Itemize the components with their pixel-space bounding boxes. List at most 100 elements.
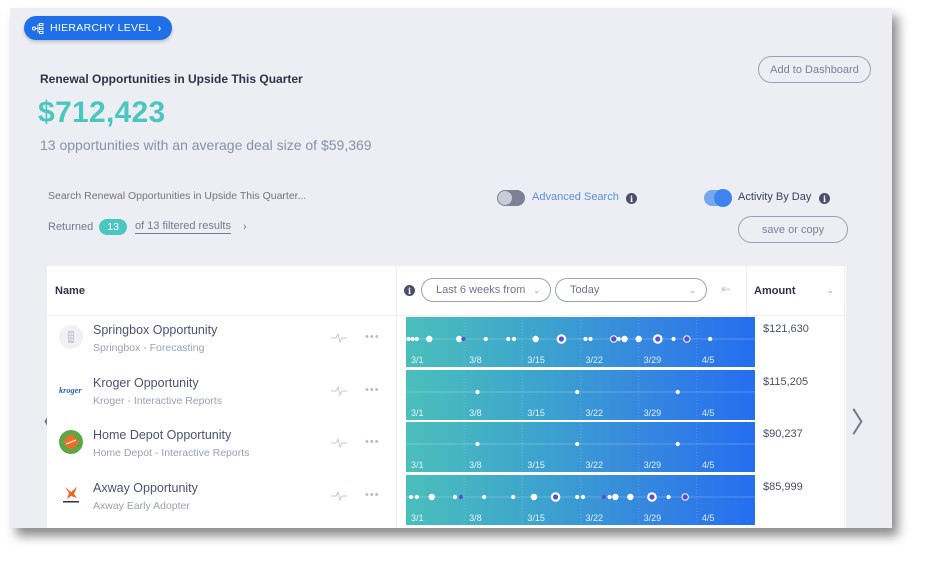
filtered-results-link[interactable]: of 13 filtered results — [134, 220, 231, 234]
more-options-icon[interactable]: ••• — [365, 331, 380, 343]
activity-dot — [408, 494, 414, 499]
activity-dot — [511, 494, 516, 499]
week-tick-label: 3/1 — [411, 460, 424, 470]
advanced-search-toggle[interactable] — [497, 190, 525, 206]
search-input[interactable] — [48, 190, 348, 202]
week-tick-label: 3/1 — [411, 513, 424, 523]
activity-dot — [708, 336, 713, 342]
opportunity-account: Springbox - Forecasting — [93, 342, 205, 354]
week-tick-label: 3/29 — [644, 513, 662, 523]
activity-dot — [671, 336, 676, 342]
activity-dot — [482, 494, 487, 499]
anchor-date-value: Today — [570, 284, 600, 296]
activity-pulse-icon[interactable] — [331, 331, 347, 349]
activity-dot — [575, 441, 580, 447]
activity-dot — [414, 494, 419, 499]
activity-dot — [580, 494, 586, 499]
activity-dot — [410, 336, 415, 342]
returned-label: Returned — [48, 221, 94, 233]
week-tick-label: 3/29 — [644, 408, 662, 418]
opportunity-name[interactable]: Axway Opportunity — [93, 481, 198, 495]
activity-by-day-toggle[interactable] — [704, 189, 732, 207]
table-row[interactable]: kroger Kroger Opportunity Kroger - Interac… — [47, 369, 846, 422]
activity-dot — [575, 494, 580, 499]
week-tick-label: 3/8 — [469, 408, 482, 418]
activity-dot-core — [558, 336, 564, 342]
opportunity-amount: $115,205 — [763, 375, 809, 388]
activity-timeline[interactable]: 3/13/83/153/223/294/54/12 — [406, 422, 755, 472]
opportunity-name[interactable]: Kroger Opportunity — [93, 376, 199, 390]
activity-dot — [452, 494, 458, 499]
activity-timeline[interactable]: 3/13/83/153/223/294/54/12 — [406, 369, 755, 420]
info-icon[interactable]: i — [626, 193, 637, 204]
activity-dot — [675, 389, 680, 394]
more-options-icon[interactable]: ••• — [365, 436, 380, 448]
activity-timeline[interactable]: 3/13/83/153/223/294/54/12 — [406, 474, 755, 525]
activity-dot — [475, 441, 480, 447]
activity-dot — [683, 335, 691, 343]
axway-logo — [59, 483, 83, 507]
home-depot-logo — [59, 430, 83, 454]
chevron-down-icon: ⌄ — [533, 285, 540, 295]
opportunity-account: Axway Early Adopter — [93, 499, 190, 512]
week-tick-label: 3/1 — [411, 408, 424, 418]
activity-dot — [511, 336, 517, 342]
table-row[interactable]: Axway Opportunity Axway Early Adopter ••• 3… — [47, 474, 846, 527]
activity-timeline[interactable]: 3/13/83/153/223/294/54/12 — [406, 317, 755, 367]
opportunity-name[interactable]: Home Depot Opportunity — [93, 428, 231, 442]
add-to-dashboard-button[interactable]: Add to Dashboard — [758, 56, 871, 83]
opportunity-name[interactable]: Springbox Opportunity — [93, 323, 217, 337]
collapse-left-icon[interactable]: ⇤ — [721, 282, 731, 296]
more-options-icon[interactable]: ••• — [365, 489, 380, 501]
hierarchy-level-button[interactable]: HIERARCHY LEVEL › — [24, 16, 172, 40]
info-icon[interactable]: i — [404, 285, 415, 296]
chevron-down-icon[interactable]: ⌄ — [827, 286, 834, 295]
activity-dot-core — [655, 336, 661, 342]
save-or-copy-button[interactable]: save or copy — [738, 216, 848, 243]
activity-dot — [532, 335, 539, 343]
summary-subtitle: 13 opportunities with an average deal si… — [40, 137, 372, 153]
week-tick-label: 3/8 — [469, 355, 482, 365]
week-tick-label: 3/22 — [586, 513, 604, 523]
column-header-name[interactable]: Name — [55, 285, 85, 297]
date-range-select[interactable]: Last 6 weeks from ⌄ — [421, 278, 551, 302]
activity-pulse-icon[interactable] — [331, 489, 347, 507]
week-tick-label: 3/22 — [586, 460, 604, 470]
activity-dot — [675, 441, 680, 447]
week-tick-label: 4/5 — [702, 408, 715, 418]
week-tick-label: 3/15 — [527, 408, 545, 418]
activity-dot — [483, 336, 488, 342]
results-summary: Returned 13 of 13 filtered results › — [48, 219, 247, 235]
hierarchy-icon — [32, 22, 44, 34]
week-tick-label: 3/1 — [411, 355, 424, 365]
chevron-down-icon: ⌄ — [689, 285, 696, 295]
info-icon[interactable]: i — [819, 193, 830, 204]
total-amount: $712,423 — [38, 96, 166, 129]
opportunity-amount: $85,999 — [763, 480, 803, 493]
week-tick-label: 3/15 — [527, 355, 545, 365]
week-tick-label: 3/15 — [527, 513, 545, 523]
anchor-date-select[interactable]: Today ⌄ — [555, 278, 707, 302]
next-arrow-icon[interactable]: 〉 — [851, 401, 879, 441]
activity-pulse-icon[interactable] — [331, 436, 347, 454]
activity-pulse-icon[interactable] — [331, 384, 347, 402]
table-row[interactable]: Springbox Opportunity Springbox - Forecas… — [47, 317, 846, 369]
advanced-search-label[interactable]: Advanced Search — [532, 191, 619, 203]
column-header-amount[interactable]: Amount — [754, 285, 796, 297]
activity-dot — [635, 335, 642, 343]
building-icon — [59, 325, 83, 349]
chevron-right-icon[interactable]: › — [243, 221, 247, 233]
activity-dot — [616, 336, 621, 342]
table-row[interactable]: Home Depot Opportunity Home Depot - Inter… — [47, 422, 846, 474]
opportunity-account: Home Depot - Interactive Reports — [93, 447, 250, 459]
svg-text:kroger: kroger — [59, 385, 82, 394]
activity-dot — [414, 336, 419, 342]
opportunities-table: Name i Last 6 weeks from ⌄ Today ⌄ ⇤ Amo… — [47, 266, 846, 528]
week-tick-label: 4/5 — [702, 513, 715, 523]
activity-dot — [621, 335, 628, 343]
more-options-icon[interactable]: ••• — [365, 384, 380, 396]
page-title: Renewal Opportunities in Upside This Qua… — [40, 72, 303, 86]
kroger-logo: kroger — [59, 378, 83, 402]
activity-dot — [461, 336, 466, 342]
week-tick-label: 4/5 — [702, 460, 715, 470]
